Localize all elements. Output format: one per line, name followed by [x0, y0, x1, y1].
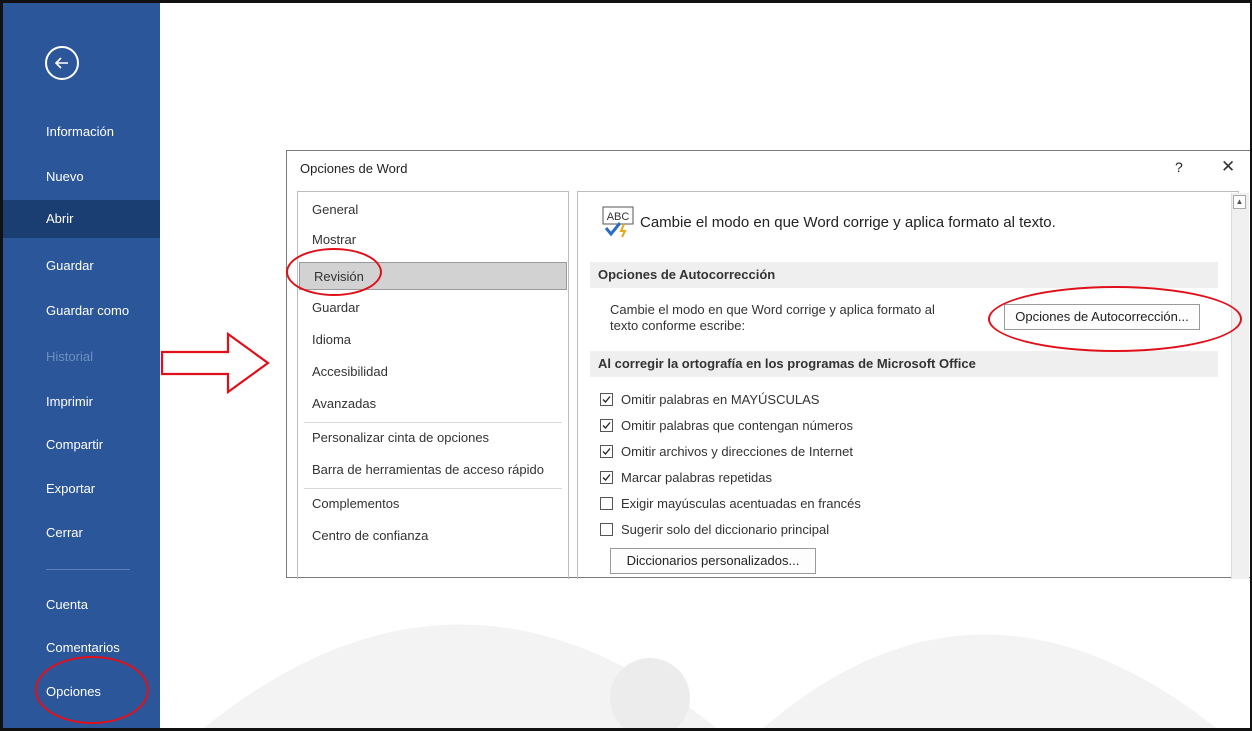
checkbox-label: Omitir palabras que contengan números [621, 418, 853, 433]
checkbox-label: Sugerir solo del diccionario principal [621, 522, 830, 537]
menu-item-historial: Historial [46, 349, 93, 364]
nav-separator [304, 422, 562, 423]
nav-item-idioma[interactable]: Idioma [298, 326, 568, 354]
nav-item-general[interactable]: General [298, 196, 568, 224]
section-autocorrect: Opciones de Autocorrección [590, 262, 1218, 288]
dialog-title: Opciones de Word [300, 161, 408, 176]
autocorrect-desc-line2: texto conforme escribe: [610, 318, 746, 333]
nav-item-centro-confianza[interactable]: Centro de confianza [298, 522, 568, 550]
custom-dictionaries-button[interactable]: Diccionarios personalizados... [610, 548, 816, 574]
review-header: Cambie el modo en que Word corrige y apl… [640, 214, 1056, 231]
checkbox-label: Exigir mayúsculas acentuadas en francés [621, 496, 861, 511]
spelling-abc-icon: ABC [602, 206, 634, 238]
help-icon[interactable]: ? [1175, 159, 1183, 175]
menu-item-informacion[interactable]: Información [0, 113, 160, 151]
menu-item-abrir[interactable]: Abrir [0, 200, 160, 238]
annotation-circle-autocorrect [988, 286, 1242, 352]
checkbox-unchecked[interactable] [600, 497, 613, 510]
nav-item-guardar[interactable]: Guardar [298, 294, 568, 322]
nav-item-avanzadas[interactable]: Avanzadas [298, 390, 568, 418]
autocorrect-description: Cambie el modo en que Word corrige y apl… [610, 302, 990, 334]
menu-item-guardar-como[interactable]: Guardar como [0, 292, 160, 330]
checkbox-label: Omitir archivos y direcciones de Interne… [621, 444, 853, 459]
autocorrect-desc-line1: Cambie el modo en que Word corrige y apl… [610, 302, 935, 317]
watermark-logo [160, 578, 1252, 731]
options-content: ABC Cambie el modo en que Word corrige y… [577, 191, 1239, 579]
checkbox-checked[interactable] [600, 393, 613, 406]
nav-item-personalizar-cinta[interactable]: Personalizar cinta de opciones [298, 424, 568, 452]
content-scrollbar[interactable]: ▲ [1231, 193, 1249, 579]
annotation-circle-opciones [35, 656, 149, 724]
checkbox-label: Omitir palabras en MAYÚSCULAS [621, 392, 820, 407]
menu-item-compartir[interactable]: Compartir [0, 426, 160, 464]
abc-text: ABC [607, 211, 630, 223]
nav-item-accesibilidad[interactable]: Accesibilidad [298, 358, 568, 386]
menu-item-cuenta[interactable]: Cuenta [0, 586, 160, 624]
back-arrow-icon[interactable] [45, 46, 79, 80]
scroll-up-icon[interactable]: ▲ [1233, 195, 1246, 209]
annotation-arrow-icon [160, 332, 270, 394]
checkbox-checked[interactable] [600, 445, 613, 458]
checkbox-unchecked[interactable] [600, 523, 613, 536]
annotation-circle-revision [286, 248, 382, 296]
menu-item-imprimir[interactable]: Imprimir [0, 383, 160, 421]
menu-item-nuevo[interactable]: Nuevo [0, 158, 160, 196]
menu-item-cerrar[interactable]: Cerrar [0, 514, 160, 552]
checkbox-label: Marcar palabras repetidas [621, 470, 773, 485]
nav-separator [304, 488, 562, 489]
section-spelling: Al corregir la ortografía en los program… [590, 351, 1218, 377]
word-options-dialog: Opciones de Word ? ✕ General Mostrar Rev… [286, 150, 1252, 579]
backstage-sidebar: Información Nuevo Abrir Guardar Guardar … [0, 0, 160, 731]
checkbox-checked[interactable] [600, 419, 613, 432]
menu-item-exportar[interactable]: Exportar [0, 470, 160, 508]
menu-separator [46, 569, 130, 570]
nav-item-complementos[interactable]: Complementos [298, 490, 568, 518]
menu-item-guardar[interactable]: Guardar [0, 247, 160, 285]
checkbox-checked[interactable] [600, 471, 613, 484]
nav-item-barra-acceso-rapido[interactable]: Barra de herramientas de acceso rápido [298, 456, 568, 484]
close-icon[interactable]: ✕ [1221, 157, 1235, 177]
